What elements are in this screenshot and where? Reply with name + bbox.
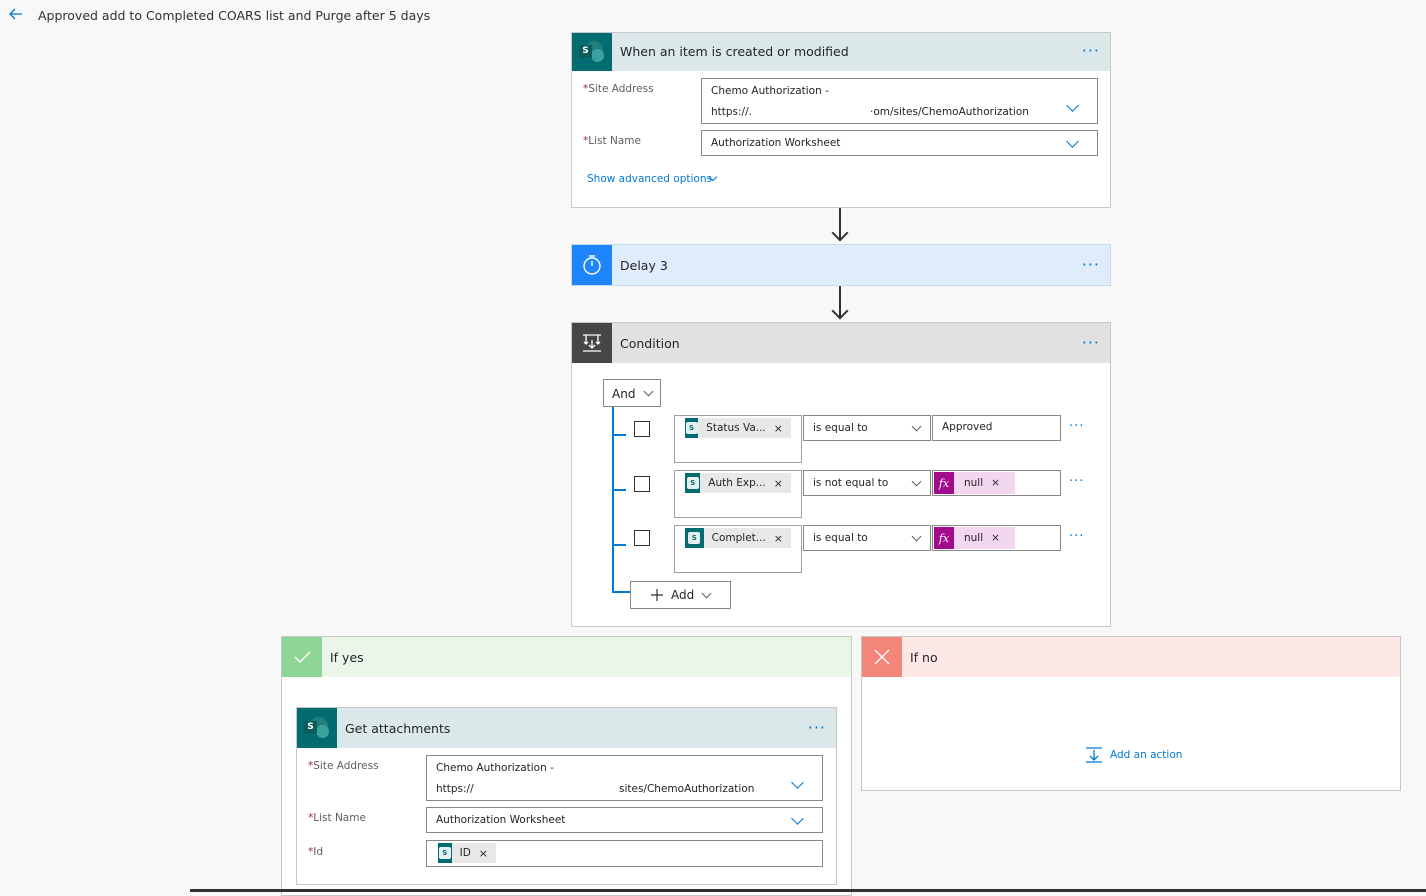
remove-token-icon[interactable]: × <box>991 532 1000 544</box>
dynamic-content-token[interactable]: S Complet... × <box>685 528 791 548</box>
get-attachments-header[interactable]: S Get attachments ··· <box>297 708 836 748</box>
chevron-down-icon <box>701 588 712 599</box>
remove-token-icon[interactable]: × <box>479 847 488 860</box>
sharepoint-icon: S <box>685 528 704 548</box>
site-address-dropdown[interactable]: Chemo Authorization - https:// sites/Che… <box>426 755 823 801</box>
operator-dropdown[interactable]: is not equal to <box>803 470 931 496</box>
timer-icon <box>572 245 612 285</box>
sharepoint-icon: S <box>685 473 701 493</box>
get-attachments-card[interactable]: S Get attachments ··· *Site Address Chem… <box>296 707 837 885</box>
chevron-down-icon <box>911 531 922 542</box>
trigger-card[interactable]: S When an item is created or modified ··… <box>571 32 1111 208</box>
remove-token-icon[interactable]: × <box>774 477 783 490</box>
fx-icon: fx <box>934 472 954 494</box>
condition-value-input[interactable]: Approved <box>932 415 1061 441</box>
sharepoint-icon: S <box>297 708 337 748</box>
sharepoint-icon: S <box>572 33 612 71</box>
chevron-down-icon <box>643 386 654 397</box>
tree-branch <box>612 591 630 593</box>
trigger-title: When an item is created or modified <box>620 44 849 59</box>
remove-token-icon[interactable]: × <box>991 477 1000 489</box>
remove-token-icon[interactable]: × <box>774 422 783 435</box>
condition-header[interactable]: Condition ··· <box>572 323 1110 363</box>
row-more-icon[interactable]: ··· <box>1069 529 1084 544</box>
if-no-header[interactable]: If no <box>862 637 1400 677</box>
checkmark-icon <box>282 637 322 677</box>
chevron-down-icon <box>1066 135 1079 148</box>
flow-title: Approved add to Completed COARS list and… <box>38 8 431 23</box>
remove-token-icon[interactable]: × <box>774 532 783 545</box>
tree-branch <box>612 434 626 436</box>
add-action-icon[interactable] <box>1085 746 1103 764</box>
if-yes-header[interactable]: If yes <box>282 637 851 677</box>
chevron-down-icon <box>1066 99 1079 112</box>
operator-dropdown[interactable]: is equal to <box>803 415 931 441</box>
plus-icon <box>650 588 664 602</box>
expression-token[interactable]: fx null × <box>934 527 1015 549</box>
arrow-left-icon[interactable] <box>8 6 24 22</box>
chevron-down-icon <box>911 476 922 487</box>
delay-title: Delay 3 <box>620 258 668 273</box>
list-name-label: *List Name <box>583 135 641 147</box>
condition-icon <box>572 323 612 363</box>
id-token[interactable]: S ID × <box>438 843 496 863</box>
if-yes-title: If yes <box>330 650 364 665</box>
get-attachments-title: Get attachments <box>345 721 451 736</box>
chevron-down-icon <box>911 421 922 432</box>
more-options-icon[interactable]: ··· <box>808 718 826 737</box>
list-name-dropdown[interactable]: Authorization Worksheet <box>701 130 1098 156</box>
more-options-icon[interactable]: ··· <box>1082 255 1100 274</box>
if-yes-branch: If yes S Get attachments ··· *Site Addre… <box>281 636 852 896</box>
row-checkbox[interactable] <box>634 421 650 437</box>
operator-dropdown[interactable]: is equal to <box>803 525 931 551</box>
dynamic-content-token[interactable]: S Status Va... × <box>685 418 791 438</box>
more-options-icon[interactable]: ··· <box>1082 41 1100 60</box>
list-name-label: *List Name <box>308 812 366 824</box>
id-label: *Id <box>308 846 324 858</box>
condition-card[interactable]: Condition ··· And S Status Va... × is equ… <box>571 322 1111 627</box>
sharepoint-icon: S <box>685 418 699 438</box>
top-bar: Approved add to Completed COARS list and… <box>0 0 1426 32</box>
add-condition-button[interactable]: Add <box>630 581 731 609</box>
row-checkbox[interactable] <box>634 530 650 546</box>
site-address-dropdown[interactable]: Chemo Authorization - https://. ·om/site… <box>701 78 1098 124</box>
add-an-action-link[interactable]: Add an action <box>1110 749 1182 761</box>
row-more-icon[interactable]: ··· <box>1069 474 1084 489</box>
condition-title: Condition <box>620 336 680 351</box>
tree-branch <box>612 489 626 491</box>
sharepoint-icon: S <box>438 843 452 863</box>
arrow-down-icon <box>831 224 849 242</box>
row-checkbox[interactable] <box>634 476 650 492</box>
dynamic-content-token[interactable]: S Auth Exp... × <box>685 473 791 493</box>
site-address-label: *Site Address <box>583 83 654 95</box>
chevron-down-icon <box>791 776 804 789</box>
close-icon <box>862 637 902 677</box>
more-options-icon[interactable]: ··· <box>1082 333 1100 352</box>
tree-branch <box>612 544 626 546</box>
site-address-label: *Site Address <box>308 760 379 772</box>
group-operator-dropdown[interactable]: And <box>603 379 661 407</box>
list-name-dropdown[interactable]: Authorization Worksheet <box>426 807 823 833</box>
expression-token[interactable]: fx null × <box>934 472 1015 494</box>
if-no-branch: If no Add an action <box>861 636 1401 791</box>
arrow-down-icon <box>831 302 849 320</box>
trigger-header[interactable]: S When an item is created or modified ··… <box>572 33 1110 71</box>
row-more-icon[interactable]: ··· <box>1069 419 1084 434</box>
show-advanced-options-link[interactable]: Show advanced options <box>587 173 712 185</box>
fx-icon: fx <box>934 527 954 549</box>
delay-header[interactable]: Delay 3 ··· <box>572 245 1110 285</box>
chevron-down-icon <box>791 812 804 825</box>
delay-card[interactable]: Delay 3 ··· <box>571 244 1111 286</box>
if-no-title: If no <box>910 650 938 665</box>
